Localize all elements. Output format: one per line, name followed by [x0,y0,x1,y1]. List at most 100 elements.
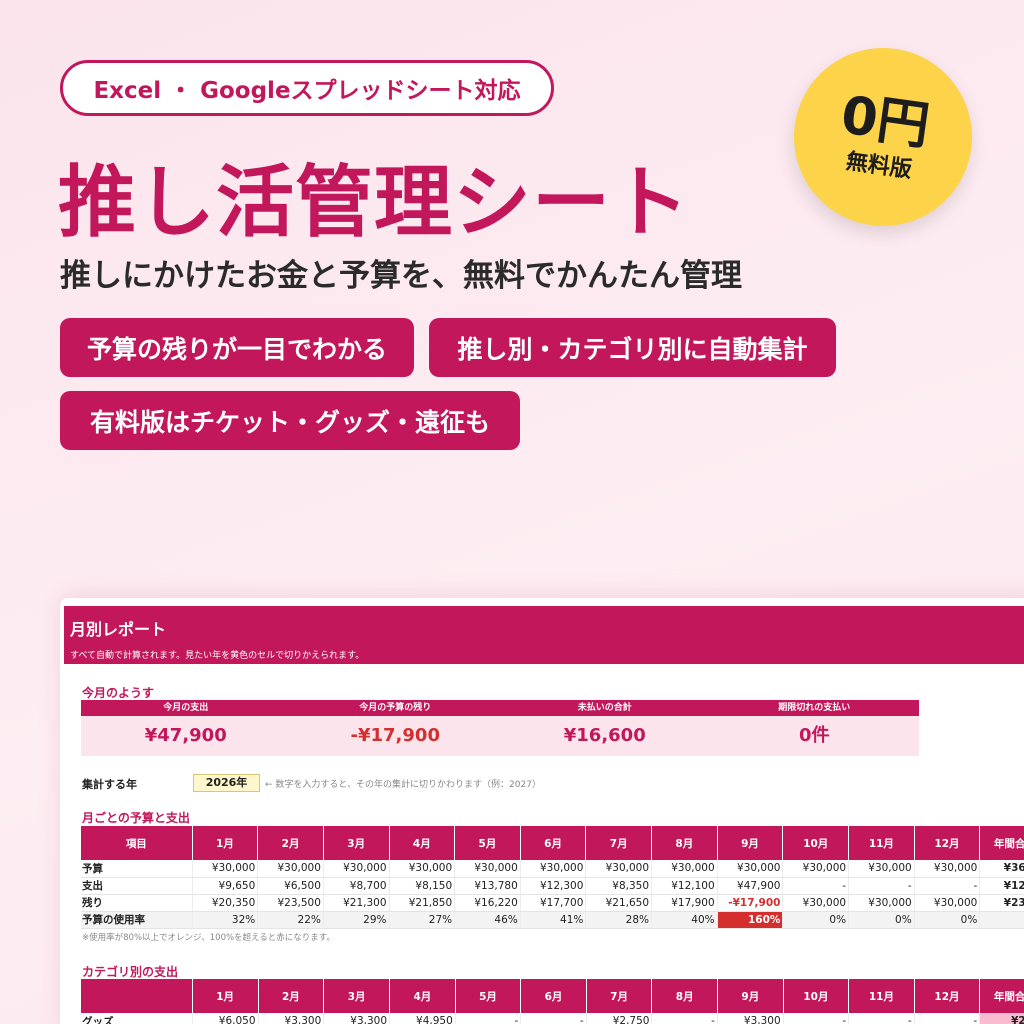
monthly-cell[interactable]: 32% [192,911,259,929]
monthly-header-cell: 10月 [782,826,850,860]
monthly-cell[interactable]: 0% [782,911,850,929]
summary-head-unpaid: 未払いの合計 [577,703,632,713]
monthly-cell[interactable]: ¥360, [979,860,1024,878]
category-header-cell: 12月 [914,979,981,1013]
monthly-cell[interactable]: ¥47,900 [717,877,784,895]
category-cell[interactable]: - [455,1013,522,1024]
category-cell[interactable]: ¥2,750 [586,1013,653,1024]
category-header-cell: 9月 [717,979,784,1013]
monthly-cell[interactable]: 160% [717,911,784,929]
monthly-cell[interactable]: - [782,877,850,895]
monthly-cell[interactable]: ¥30,000 [454,860,521,878]
spreadsheet-preview: 月別レポート すべて自動で計算されます。見たい年を黄色のセルで切りかえられます。… [60,598,1024,1024]
monthly-cell[interactable]: 27% [389,911,456,929]
monthly-cell[interactable]: ¥30,000 [585,860,653,878]
monthly-cell[interactable]: ¥30,000 [257,860,324,878]
monthly-cell[interactable]: ¥21,300 [323,894,390,912]
monthly-cell[interactable]: ¥127, [979,877,1024,895]
monthly-header-cell: 4月 [389,826,456,860]
monthly-cell[interactable]: 28% [585,911,653,929]
category-cell[interactable]: - [914,1013,981,1024]
category-cell[interactable]: ¥3,300 [258,1013,325,1024]
summary-value-unpaid: ¥16,600 [563,725,646,746]
monthly-row-label[interactable]: 予算 [81,860,193,878]
monthly-cell[interactable]: ¥30,000 [914,860,981,878]
monthly-header-cell: 5月 [454,826,521,860]
monthly-row-label[interactable]: 予算の使用率 [81,911,193,929]
monthly-cell[interactable]: ¥17,900 [651,894,718,912]
monthly-cell[interactable]: ¥30,000 [520,860,587,878]
monthly-cell[interactable]: ¥12,300 [520,877,587,895]
category-header-cell: 3月 [323,979,391,1013]
monthly-cell[interactable]: ¥21,850 [389,894,456,912]
monthly-cell[interactable]: ¥16,220 [454,894,521,912]
category-cell[interactable]: - [651,1013,718,1024]
monthly-header-cell: 8月 [651,826,718,860]
monthly-cell[interactable]: 29% [323,911,390,929]
year-input[interactable]: 2026年 [193,774,260,792]
monthly-header-cell: 11月 [848,826,915,860]
monthly-cell[interactable]: ¥13,780 [454,877,521,895]
category-cell[interactable]: ¥3,300 [323,1013,391,1024]
monthly-cell[interactable]: 0% [848,911,915,929]
monthly-cell[interactable]: ¥23,500 [257,894,324,912]
page-subtitle: 推しにかけたお金と予算を、無料でかんたん管理 [60,258,742,294]
category-header-cell: 6月 [520,979,587,1013]
monthly-cell[interactable]: 40% [651,911,718,929]
monthly-cell[interactable]: ¥6,500 [257,877,324,895]
compat-pill: Excel ・ Googleスプレッドシート対応 [60,60,554,116]
category-cell[interactable]: - [848,1013,915,1024]
category-cell[interactable]: ¥4,950 [389,1013,456,1024]
sheet-title: 月別レポート [70,620,167,639]
monthly-cell[interactable]: ¥30,000 [914,894,981,912]
monthly-cell[interactable]: ¥30,000 [389,860,456,878]
category-cell[interactable]: - [783,1013,850,1024]
category-cell[interactable]: - [520,1013,587,1024]
monthly-cell[interactable]: ¥30,000 [717,860,784,878]
free-badge: 0円 無料版 [782,36,984,238]
monthly-cell[interactable]: 22% [257,911,324,929]
monthly-cell[interactable]: ¥17,700 [520,894,587,912]
monthly-cell[interactable]: ¥30,000 [848,860,915,878]
summary-head-overdue: 期限切れの支払い [778,703,851,713]
monthly-cell[interactable] [979,911,1024,929]
monthly-cell[interactable]: 41% [520,911,587,929]
category-header-cell: 7月 [586,979,653,1013]
monthly-cell[interactable]: - [848,877,915,895]
category-header-cell: 11月 [848,979,915,1013]
monthly-cell[interactable]: ¥8,350 [585,877,653,895]
monthly-cell[interactable]: ¥30,000 [651,860,718,878]
monthly-cell[interactable]: ¥30,000 [848,894,915,912]
category-header-cell: 年間合 [979,979,1024,1013]
monthly-row-label[interactable]: 残り [81,894,193,912]
monthly-cell[interactable]: ¥9,650 [192,877,259,895]
monthly-cell[interactable]: ¥8,150 [389,877,456,895]
monthly-cell[interactable]: 0% [914,911,981,929]
monthly-cell[interactable]: ¥20,350 [192,894,259,912]
monthly-cell[interactable]: 46% [454,911,521,929]
monthly-cell[interactable]: -¥17,900 [717,894,784,912]
sheet-note: すべて自動で計算されます。見たい年を黄色のセルで切りかえられます。 [70,651,365,661]
monthly-header-cell: 2月 [257,826,324,860]
monthly-cell[interactable]: ¥30,000 [323,860,390,878]
monthly-cell[interactable]: - [914,877,981,895]
category-section-label: カテゴリ別の支出 [82,965,179,979]
monthly-row: 残り ¥20,350 ¥23,500 ¥21,300 ¥21,850 ¥16,220 ¥17… [81,894,1024,912]
monthly-row: 予算の使用率 32% 22% 29% 27% 46% 41% 28% 40% 160% 0% 0% 0% [81,911,1024,929]
monthly-row-label[interactable]: 支出 [81,877,193,895]
monthly-cell[interactable]: ¥30,000 [782,894,850,912]
feature-aggregate: 推し別・カテゴリ別に自動集計 [429,318,836,377]
summary-table: 今月の支出 今月の予算の残り 未払いの合計 期限切れの支払い ¥47,900 -… [81,700,919,756]
category-row-label[interactable]: グッズ [81,1013,193,1024]
monthly-cell[interactable]: ¥12,100 [651,877,718,895]
category-cell[interactable]: ¥6,050 [192,1013,259,1024]
monthly-cell[interactable]: ¥30,000 [782,860,850,878]
monthly-cell[interactable]: ¥232, [979,894,1024,912]
monthly-cell[interactable]: ¥21,650 [585,894,653,912]
category-header-cell: 4月 [389,979,456,1013]
summary-head-spend: 今月の支出 [163,703,209,713]
category-cell[interactable]: ¥3,300 [717,1013,784,1024]
category-cell[interactable]: ¥23, [979,1013,1024,1024]
monthly-cell[interactable]: ¥8,700 [323,877,390,895]
monthly-cell[interactable]: ¥30,000 [192,860,259,878]
